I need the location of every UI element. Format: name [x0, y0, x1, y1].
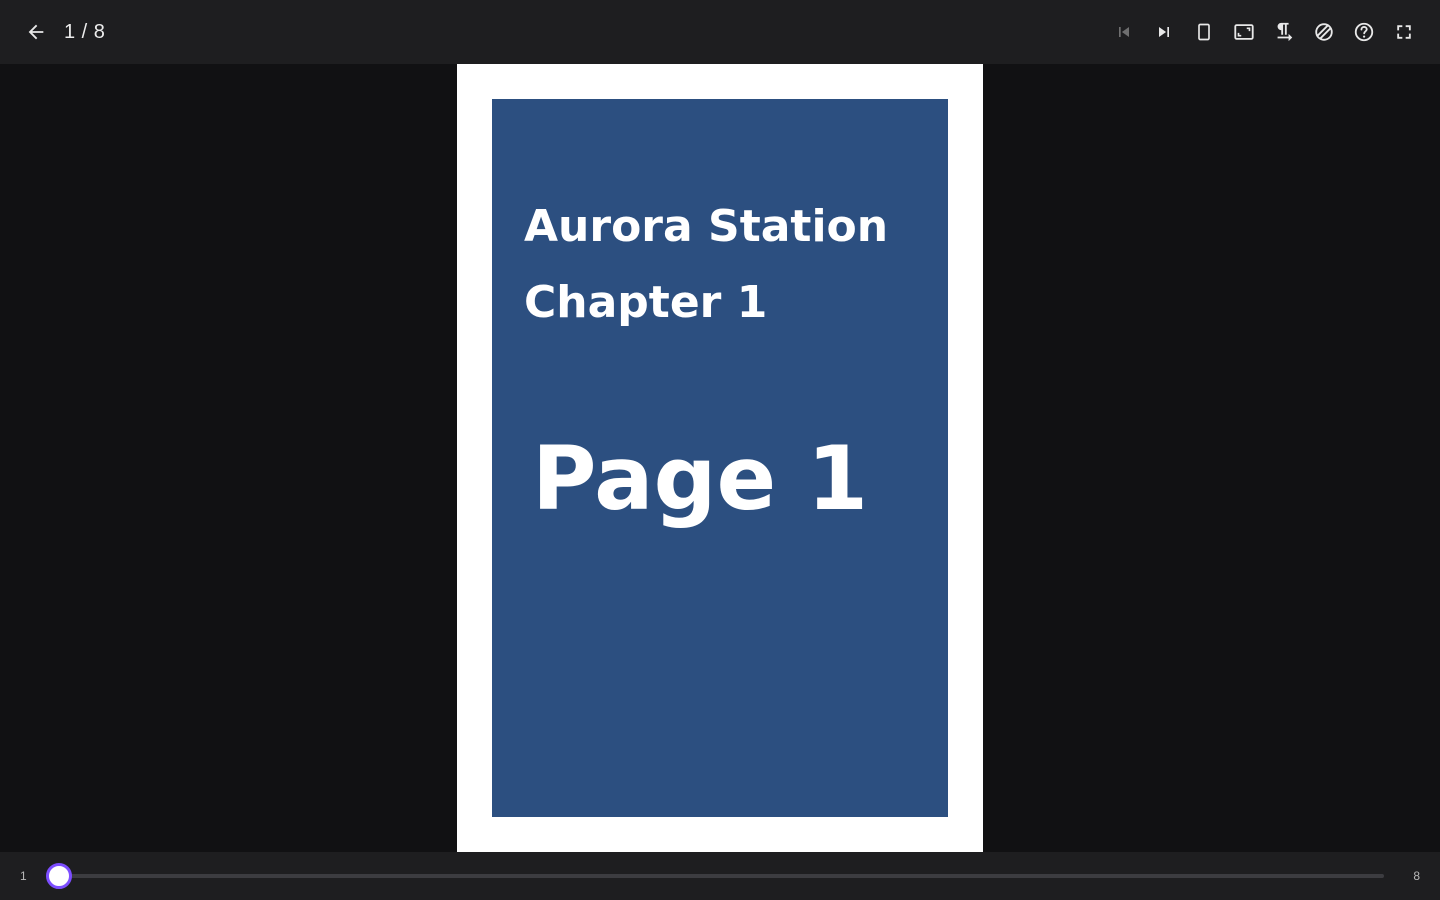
help-circle-icon [1354, 22, 1374, 42]
fit-screen-icon [1234, 24, 1254, 40]
text-direction-icon [1277, 22, 1293, 42]
reader-controls [1104, 12, 1424, 52]
slider-thumb[interactable] [46, 863, 72, 889]
single-page-button[interactable] [1184, 12, 1224, 52]
back-button[interactable] [22, 18, 50, 46]
arrow-left-icon [28, 24, 44, 40]
page-sheet[interactable]: Aurora Station Chapter 1 Page 1 [457, 64, 983, 852]
next-page-button[interactable] [1144, 12, 1184, 52]
fullscreen-icon [1397, 25, 1411, 39]
single-page-layout-icon [1198, 23, 1210, 41]
page-number-label: Page 1 [532, 427, 869, 530]
skip-next-icon [1159, 27, 1169, 37]
page-slider-bar: 1 8 [0, 852, 1440, 900]
chapter-title: Chapter 1 [524, 277, 768, 328]
page-title-block: Aurora Station Chapter 1 [524, 189, 888, 341]
help-button[interactable] [1344, 12, 1384, 52]
page-slider[interactable] [46, 863, 1384, 889]
page-indicator: 1 / 8 [64, 21, 106, 43]
slider-min-label: 1 [20, 869, 27, 883]
first-page-button[interactable] [1104, 12, 1144, 52]
reading-direction-button[interactable] [1264, 12, 1304, 52]
fit-mode-button[interactable] [1224, 12, 1264, 52]
top-toolbar: 1 / 8 [0, 0, 1440, 64]
skip-previous-icon [1119, 27, 1129, 37]
slider-max-label: 8 [1413, 869, 1420, 883]
page-viewer[interactable]: Aurora Station Chapter 1 Page 1 [0, 64, 1440, 852]
color-filter-button[interactable] [1304, 12, 1344, 52]
story-title: Aurora Station [524, 201, 889, 252]
color-filter-icon [1315, 23, 1333, 41]
fullscreen-button[interactable] [1384, 12, 1424, 52]
page-artwork: Aurora Station Chapter 1 Page 1 [492, 99, 948, 817]
